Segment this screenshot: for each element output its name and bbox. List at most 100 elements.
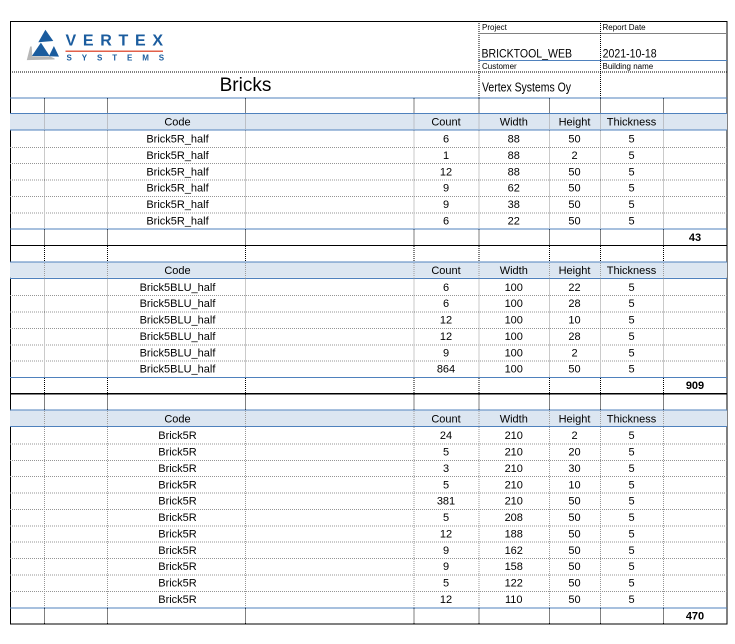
svg-text:Brick5R_half: Brick5R_half xyxy=(146,134,209,146)
svg-text:6: 6 xyxy=(443,134,449,146)
svg-text:30: 30 xyxy=(568,463,580,475)
svg-text:6: 6 xyxy=(443,282,449,294)
svg-text:2: 2 xyxy=(571,430,577,442)
svg-text:5: 5 xyxy=(628,528,634,540)
svg-text:12: 12 xyxy=(440,315,452,327)
svg-text:5: 5 xyxy=(628,298,634,310)
svg-text:5: 5 xyxy=(628,315,634,327)
svg-text:210: 210 xyxy=(505,430,523,442)
svg-text:188: 188 xyxy=(505,528,523,540)
svg-text:20: 20 xyxy=(568,447,580,459)
svg-text:122: 122 xyxy=(505,578,523,590)
svg-text:5: 5 xyxy=(628,364,634,376)
svg-text:210: 210 xyxy=(505,496,523,508)
svg-text:Thickness: Thickness xyxy=(607,265,657,277)
svg-text:Brick5R: Brick5R xyxy=(158,463,197,475)
svg-text:100: 100 xyxy=(505,315,523,327)
svg-text:88: 88 xyxy=(508,134,520,146)
svg-text:470: 470 xyxy=(686,610,704,622)
svg-text:Brick5BLU_half: Brick5BLU_half xyxy=(140,315,217,327)
svg-text:9: 9 xyxy=(443,545,449,557)
svg-text:5: 5 xyxy=(443,512,449,524)
svg-text:2: 2 xyxy=(571,347,577,359)
svg-text:9: 9 xyxy=(443,199,449,211)
svg-text:5: 5 xyxy=(628,578,634,590)
svg-text:Width: Width xyxy=(500,117,528,129)
svg-text:100: 100 xyxy=(505,347,523,359)
svg-text:5: 5 xyxy=(628,183,634,195)
svg-text:88: 88 xyxy=(508,166,520,178)
svg-text:Brick5BLU_half: Brick5BLU_half xyxy=(140,347,217,359)
svg-text:Count: Count xyxy=(431,413,460,425)
svg-text:43: 43 xyxy=(689,232,701,244)
svg-text:28: 28 xyxy=(568,298,580,310)
svg-text:110: 110 xyxy=(505,594,523,606)
svg-text:Report Date: Report Date xyxy=(603,23,647,32)
svg-text:Height: Height xyxy=(559,117,591,129)
svg-text:Brick5R_half: Brick5R_half xyxy=(146,199,209,211)
svg-text:50: 50 xyxy=(568,199,580,211)
svg-text:Brick5BLU_half: Brick5BLU_half xyxy=(140,298,217,310)
svg-text:Brick5R: Brick5R xyxy=(158,512,197,524)
svg-text:5: 5 xyxy=(628,561,634,573)
svg-text:5: 5 xyxy=(443,479,449,491)
svg-text:5: 5 xyxy=(628,594,634,606)
svg-text:50: 50 xyxy=(568,512,580,524)
svg-text:Brick5R_half: Brick5R_half xyxy=(146,183,209,195)
svg-text:5: 5 xyxy=(628,331,634,343)
svg-text:5: 5 xyxy=(628,150,634,162)
svg-text:50: 50 xyxy=(568,561,580,573)
svg-text:12: 12 xyxy=(440,331,452,343)
svg-text:5: 5 xyxy=(628,215,634,227)
svg-text:10: 10 xyxy=(568,479,580,491)
svg-text:2: 2 xyxy=(571,150,577,162)
svg-text:5: 5 xyxy=(628,282,634,294)
svg-text:50: 50 xyxy=(568,183,580,195)
svg-text:50: 50 xyxy=(568,364,580,376)
svg-text:381: 381 xyxy=(437,496,455,508)
svg-text:Width: Width xyxy=(500,413,528,425)
svg-text:909: 909 xyxy=(686,380,704,392)
svg-text:Brick5R_half: Brick5R_half xyxy=(146,166,209,178)
svg-text:9: 9 xyxy=(443,561,449,573)
svg-text:12: 12 xyxy=(440,166,452,178)
svg-text:5: 5 xyxy=(628,463,634,475)
svg-text:VERTEX: VERTEX xyxy=(66,33,170,50)
svg-text:Brick5R: Brick5R xyxy=(158,578,197,590)
svg-text:3: 3 xyxy=(443,463,449,475)
svg-text:5: 5 xyxy=(628,430,634,442)
svg-text:5: 5 xyxy=(628,447,634,459)
svg-text:Height: Height xyxy=(559,265,591,277)
svg-text:5: 5 xyxy=(628,199,634,211)
svg-text:Brick5BLU_half: Brick5BLU_half xyxy=(140,282,217,294)
svg-text:5: 5 xyxy=(628,134,634,146)
svg-text:6: 6 xyxy=(443,298,449,310)
svg-text:6: 6 xyxy=(443,215,449,227)
svg-text:50: 50 xyxy=(568,496,580,508)
svg-text:5: 5 xyxy=(628,479,634,491)
svg-text:Brick5R: Brick5R xyxy=(158,528,197,540)
svg-text:22: 22 xyxy=(568,282,580,294)
svg-text:62: 62 xyxy=(508,183,520,195)
svg-text:5: 5 xyxy=(628,512,634,524)
svg-text:Brick5R: Brick5R xyxy=(158,561,197,573)
svg-text:Height: Height xyxy=(559,413,591,425)
svg-text:Thickness: Thickness xyxy=(607,413,657,425)
svg-text:158: 158 xyxy=(505,561,523,573)
svg-text:Brick5R: Brick5R xyxy=(158,447,197,459)
svg-text:Building name: Building name xyxy=(603,62,654,71)
svg-text:Project: Project xyxy=(482,23,508,32)
svg-text:22: 22 xyxy=(508,215,520,227)
svg-text:50: 50 xyxy=(568,528,580,540)
svg-text:210: 210 xyxy=(505,447,523,459)
svg-text:Thickness: Thickness xyxy=(607,117,657,129)
svg-text:Brick5R: Brick5R xyxy=(158,594,197,606)
svg-text:210: 210 xyxy=(505,463,523,475)
svg-text:Brick5R: Brick5R xyxy=(158,430,197,442)
svg-text:Brick5R_half: Brick5R_half xyxy=(146,215,209,227)
svg-text:208: 208 xyxy=(505,512,523,524)
svg-text:50: 50 xyxy=(568,594,580,606)
svg-text:100: 100 xyxy=(505,364,523,376)
svg-text:Brick5R: Brick5R xyxy=(158,545,197,557)
svg-text:50: 50 xyxy=(568,545,580,557)
